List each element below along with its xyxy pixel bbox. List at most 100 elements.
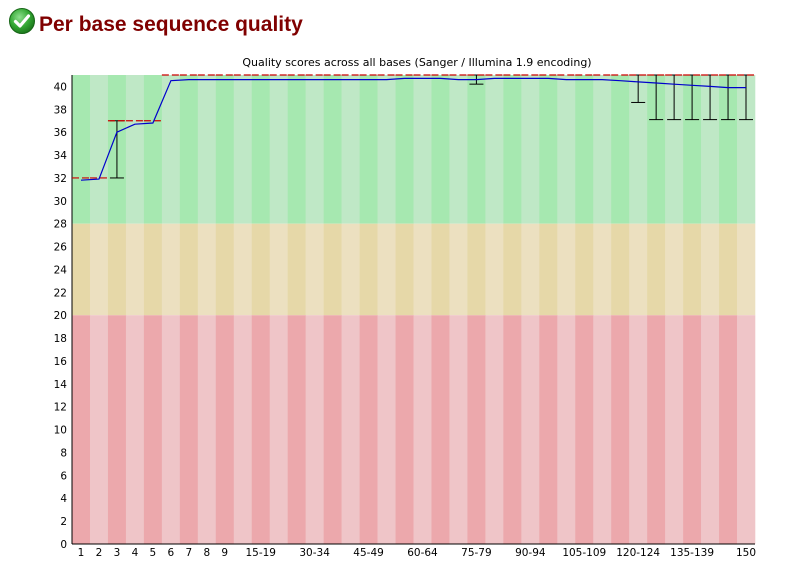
zone-band-good bbox=[161, 75, 181, 224]
zone-band-good bbox=[377, 75, 396, 224]
zone-band-warning bbox=[557, 223, 576, 316]
y-tick-label: 0 bbox=[60, 539, 67, 551]
zone-band-warning bbox=[503, 223, 522, 316]
x-tick-label: 105-109 bbox=[562, 547, 606, 559]
y-tick-label: 14 bbox=[54, 379, 68, 391]
zone-band-good bbox=[143, 75, 163, 224]
zone-band-poor bbox=[647, 315, 666, 544]
y-tick-label: 16 bbox=[54, 356, 68, 368]
zone-band-warning bbox=[89, 223, 109, 316]
x-tick-label: 120-124 bbox=[616, 547, 660, 559]
zone-band-warning bbox=[377, 223, 396, 316]
x-tick-label: 5 bbox=[150, 547, 157, 559]
zone-band-poor bbox=[269, 315, 288, 544]
zone-band-warning bbox=[611, 223, 630, 316]
zone-band-poor bbox=[215, 315, 235, 544]
zone-band-good bbox=[359, 75, 378, 224]
zone-band-warning bbox=[305, 223, 324, 316]
zone-band-poor bbox=[431, 315, 450, 544]
zone-band-warning bbox=[287, 223, 306, 316]
y-tick-label: 22 bbox=[54, 287, 67, 299]
zone-band-good bbox=[521, 75, 540, 224]
y-tick-label: 20 bbox=[54, 310, 67, 322]
zone-band-poor bbox=[287, 315, 306, 544]
y-tick-label: 28 bbox=[54, 219, 67, 231]
zone-band-good bbox=[503, 75, 522, 224]
y-tick-label: 8 bbox=[60, 447, 67, 459]
zone-band-good bbox=[323, 75, 342, 224]
zone-band-warning bbox=[251, 223, 271, 316]
zone-band-warning bbox=[395, 223, 414, 316]
x-tick-label: 6 bbox=[168, 547, 175, 559]
zone-band-warning bbox=[593, 223, 612, 316]
x-tick-label: 9 bbox=[221, 547, 228, 559]
zone-band-warning bbox=[467, 223, 486, 316]
zone-band-good bbox=[125, 75, 145, 224]
zone-band-poor bbox=[323, 315, 342, 544]
zone-band-good bbox=[611, 75, 630, 224]
zone-band-good bbox=[485, 75, 504, 224]
zone-band-poor bbox=[143, 315, 163, 544]
zone-band-poor bbox=[467, 315, 486, 544]
quality-zones bbox=[72, 75, 756, 544]
zone-band-good bbox=[72, 75, 91, 224]
zone-band-good bbox=[593, 75, 612, 224]
zone-band-poor bbox=[593, 315, 612, 544]
zone-band-warning bbox=[719, 223, 738, 316]
zone-band-poor bbox=[737, 315, 756, 544]
zone-band-poor bbox=[341, 315, 360, 544]
zone-band-poor bbox=[179, 315, 199, 544]
zone-band-warning bbox=[413, 223, 432, 316]
zone-band-poor bbox=[125, 315, 145, 544]
zone-band-warning bbox=[341, 223, 360, 316]
x-tick-label: 150 bbox=[736, 547, 756, 559]
zone-band-warning bbox=[521, 223, 540, 316]
x-tick-label: 4 bbox=[132, 547, 139, 559]
y-tick-label: 4 bbox=[60, 493, 67, 505]
x-tick-label: 75-79 bbox=[461, 547, 492, 559]
zone-band-warning bbox=[179, 223, 199, 316]
x-tick-label: 3 bbox=[114, 547, 121, 559]
zone-band-good bbox=[215, 75, 235, 224]
y-tick-label: 10 bbox=[54, 425, 67, 437]
y-axis-ticks: 0246810121416182022242628303234363840 bbox=[54, 81, 68, 551]
y-tick-label: 18 bbox=[54, 333, 67, 345]
zone-band-warning bbox=[323, 223, 342, 316]
y-tick-label: 24 bbox=[54, 264, 68, 276]
zone-band-poor bbox=[89, 315, 109, 544]
zone-band-good bbox=[341, 75, 360, 224]
zone-band-warning bbox=[539, 223, 558, 316]
zone-band-warning bbox=[215, 223, 235, 316]
zone-band-poor bbox=[72, 315, 91, 544]
zone-band-good bbox=[233, 75, 253, 224]
zone-band-poor bbox=[719, 315, 738, 544]
zone-band-poor bbox=[395, 315, 414, 544]
zone-band-warning bbox=[233, 223, 253, 316]
zone-band-poor bbox=[233, 315, 253, 544]
zone-band-poor bbox=[575, 315, 594, 544]
y-tick-label: 40 bbox=[54, 81, 67, 93]
y-tick-label: 6 bbox=[60, 470, 67, 482]
zone-band-good bbox=[467, 75, 486, 224]
zone-band-poor bbox=[449, 315, 468, 544]
zone-band-poor bbox=[197, 315, 217, 544]
zone-band-poor bbox=[629, 315, 648, 544]
zone-band-poor bbox=[305, 315, 324, 544]
zone-band-warning bbox=[449, 223, 468, 316]
zone-band-poor bbox=[251, 315, 271, 544]
y-tick-label: 36 bbox=[54, 127, 68, 139]
zone-band-good bbox=[251, 75, 271, 224]
zone-band-good bbox=[557, 75, 576, 224]
x-tick-label: 8 bbox=[203, 547, 210, 559]
y-tick-label: 34 bbox=[54, 150, 68, 162]
zone-band-poor bbox=[701, 315, 720, 544]
x-tick-label: 1 bbox=[78, 547, 85, 559]
zone-band-good bbox=[431, 75, 450, 224]
zone-band-warning bbox=[269, 223, 288, 316]
zone-band-warning bbox=[485, 223, 504, 316]
zone-band-poor bbox=[521, 315, 540, 544]
zone-band-poor bbox=[377, 315, 396, 544]
zone-band-warning bbox=[575, 223, 594, 316]
y-tick-label: 2 bbox=[60, 516, 67, 528]
zone-band-poor bbox=[611, 315, 630, 544]
